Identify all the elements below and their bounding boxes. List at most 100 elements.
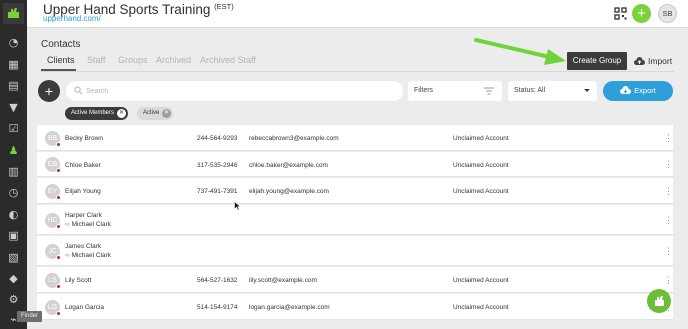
row-menu-icon[interactable]: ⋮ <box>664 216 673 225</box>
linked-contact: ∞ Michael Clark <box>65 252 111 259</box>
row-menu-icon[interactable]: ⋮ <box>664 187 673 196</box>
linked-contact: ∞ Michael Clark <box>65 221 111 228</box>
chart-icon[interactable]: ▥ <box>7 165 20 178</box>
avatar-initials: EY <box>47 188 58 195</box>
quick-add-button[interactable]: + <box>632 4 651 23</box>
dashboard-icon[interactable]: ◔ <box>7 36 20 49</box>
status-select[interactable]: Status: All <box>508 81 597 101</box>
annotation-arrow-icon <box>474 38 566 65</box>
tab-groups[interactable]: Groups <box>118 55 148 65</box>
contact-email: chloe.baker@example.com <box>249 162 328 169</box>
linked-contact-name[interactable]: Michael Clark <box>72 252 111 259</box>
avatar-initials: BB <box>47 135 58 142</box>
search-icon <box>74 86 83 95</box>
link-icon: ∞ <box>65 221 70 228</box>
contacts-icon[interactable]: ♟ <box>7 144 20 157</box>
tab-staff[interactable]: Staff <box>87 55 105 65</box>
contact-name[interactable]: Harper Clark <box>65 212 102 219</box>
list-item[interactable]: HC Harper Clark ∞ Michael Clark ⋮ <box>37 205 673 235</box>
plus-icon: + <box>44 83 54 99</box>
help-launcher-button[interactable] <box>647 289 671 313</box>
avatar: BB <box>45 131 61 147</box>
status-select-value: Status: All <box>514 87 546 94</box>
avatar: LG <box>45 300 61 316</box>
contact-email: elijah.young@example.com <box>249 188 329 195</box>
row-menu-icon[interactable]: ⋮ <box>664 276 673 285</box>
contact-name[interactable]: Becky Brown <box>65 135 103 142</box>
tab-clients[interactable]: Clients <box>47 55 75 65</box>
gauge-icon[interactable]: ◐ <box>7 208 20 221</box>
app-logo[interactable] <box>3 3 24 24</box>
business-url-link[interactable]: upperhand.com/ <box>43 14 101 23</box>
account-status: Unclaimed Account <box>453 304 509 311</box>
settings-icon[interactable]: ⚙ <box>7 293 20 306</box>
contact-phone: 737-491-7391 <box>197 188 238 195</box>
tab-archived[interactable]: Archived <box>156 55 191 65</box>
import-label: Import <box>648 56 673 66</box>
alert-dot-icon <box>56 255 61 260</box>
tab-archived-staff[interactable]: Archived Staff <box>200 55 256 65</box>
filter-chip-active: Active ✕ <box>137 107 173 120</box>
list-item[interactable]: BB Becky Brown 244-564-9293 rebeccabrown… <box>37 125 673 151</box>
remove-chip-icon[interactable]: ✕ <box>117 109 126 118</box>
hand-logo-icon <box>655 296 664 306</box>
list-item[interactable]: JC James Clark ∞ Michael Clark ⋮ <box>37 236 673 266</box>
chip-label: Active <box>143 110 160 116</box>
chip-label: Active Members <box>71 110 115 116</box>
row-menu-icon[interactable]: ⋮ <box>664 134 673 143</box>
filter-chip-active-members: Active Members ✕ <box>65 107 128 120</box>
avatar: EY <box>45 184 61 200</box>
contact-name[interactable]: James Clark <box>65 243 101 250</box>
upper-hand-logo-icon <box>8 8 19 18</box>
contact-phone: 564-527-1632 <box>197 277 238 284</box>
contact-name[interactable]: Chloe Baker <box>65 162 101 169</box>
alert-dot-icon <box>56 195 61 200</box>
timezone-label: (EST) <box>214 2 234 11</box>
create-group-button[interactable]: Create Group <box>567 52 627 70</box>
avatar: LS <box>45 273 61 289</box>
shirt-icon[interactable]: ▼ <box>7 101 20 114</box>
document-icon[interactable]: ▤ <box>7 79 20 92</box>
cloud-download-icon <box>620 86 632 94</box>
remove-chip-icon[interactable]: ✕ <box>162 109 171 118</box>
add-contact-button[interactable]: + <box>38 80 60 102</box>
contact-email: rebeccabrown3@example.com <box>249 135 339 142</box>
report-icon[interactable]: ▧ <box>7 251 20 264</box>
avatar-initials: LG <box>47 304 58 311</box>
tag-icon[interactable]: ◆ <box>7 272 20 285</box>
top-header: Upper Hand Sports Training (EST) upperha… <box>27 0 688 28</box>
calendar-icon[interactable]: ▦ <box>7 58 20 71</box>
avatar-initials: LS <box>48 277 57 284</box>
list-item[interactable]: CB Chloe Baker 317-535-2946 chloe.baker@… <box>37 152 673 177</box>
search-field[interactable] <box>66 81 403 101</box>
contact-email: logan.garcia@example.com <box>249 304 330 311</box>
video-icon[interactable]: ▣ <box>7 229 20 242</box>
export-button[interactable]: Export <box>603 81 673 101</box>
avatar: JC <box>45 244 61 260</box>
qr-scan-icon[interactable] <box>614 7 627 20</box>
contact-name[interactable]: Logan Garcia <box>65 304 104 311</box>
contact-phone: 244-564-9293 <box>197 135 238 142</box>
linked-contact-name[interactable]: Michael Clark <box>72 221 111 228</box>
contact-name[interactable]: Lily Scott <box>65 277 91 284</box>
row-menu-icon[interactable]: ⋮ <box>664 247 673 256</box>
list-item[interactable]: LS Lily Scott 564-527-1632 lily.scott@ex… <box>37 267 673 293</box>
alert-dot-icon <box>56 311 61 316</box>
account-status: Unclaimed Account <box>453 162 509 169</box>
avatar-initials: HC <box>47 217 58 224</box>
left-nav-rail: ◔ ▦ ▤ ▼ ☑ ♟ ▥ ◷ ◐ ▣ ▧ ◆ ⚙ ⌁ <box>0 0 27 329</box>
contact-name[interactable]: Elijah Young <box>65 188 101 195</box>
row-menu-icon[interactable]: ⋮ <box>664 160 673 169</box>
list-item[interactable]: EY Elijah Young 737-491-7391 elijah.youn… <box>37 178 673 204</box>
list-item[interactable]: LG Logan Garcia 514-154-9174 logan.garci… <box>37 294 673 320</box>
export-label: Export <box>634 86 656 95</box>
filters-button[interactable]: Filters <box>408 81 502 101</box>
alert-dot-icon <box>56 142 61 147</box>
avatar: CB <box>45 157 61 173</box>
checklist-icon[interactable]: ☑ <box>7 122 20 135</box>
clock-icon[interactable]: ◷ <box>7 186 20 199</box>
import-button[interactable]: Import <box>634 52 672 70</box>
search-input[interactable] <box>86 84 386 98</box>
user-avatar[interactable]: SB <box>658 4 677 23</box>
contact-email: lily.scott@example.com <box>249 277 317 284</box>
